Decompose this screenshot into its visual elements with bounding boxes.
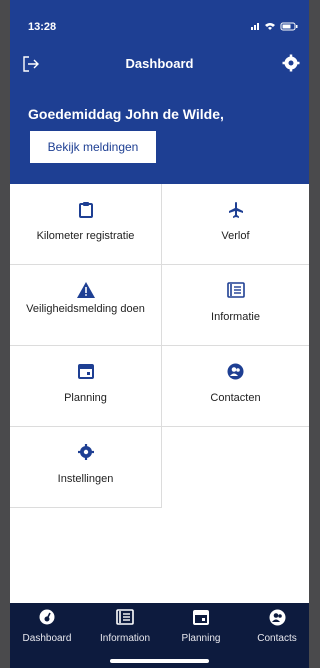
tile-label: Verlof — [221, 230, 250, 242]
status-icons — [251, 21, 301, 34]
tile-verlof[interactable]: Verlof — [162, 184, 309, 265]
clipboard-icon — [78, 202, 93, 218]
tile-informatie[interactable]: Informatie — [162, 265, 309, 346]
document-icon — [116, 609, 134, 625]
tile-label: Kilometer registratie — [36, 230, 135, 242]
tile-label: Veiligheidsmelding doen — [26, 303, 145, 315]
tab-label: Information — [99, 633, 151, 644]
app-screen: 13:28 Dashboard Goedemiddag John de Wild… — [10, 0, 309, 668]
contacts-icon — [227, 363, 244, 380]
tab-label: Contacts — [257, 633, 297, 644]
tile-veiligheidsmelding-doen[interactable]: Veiligheidsmelding doen — [10, 265, 162, 346]
greeting-text: Goedemiddag John de Wilde, — [28, 106, 224, 122]
tile-instellingen[interactable]: Instellingen — [10, 427, 162, 508]
welcome-header: Goedemiddag John de Wilde, Bekijk meldin… — [10, 82, 309, 184]
calendar-icon — [77, 364, 94, 379]
contacts-icon — [269, 609, 285, 626]
view-notifications-button[interactable]: Bekijk meldingen — [30, 131, 156, 163]
nav-bar: Dashboard — [10, 48, 309, 82]
gear-icon[interactable] — [282, 54, 300, 72]
home-indicator — [110, 659, 209, 663]
warning-icon — [76, 282, 95, 298]
tile-planning[interactable]: Planning — [10, 346, 162, 427]
tile-contacten[interactable]: Contacten — [162, 346, 309, 427]
tab-dashboard[interactable]: Dashboard — [10, 609, 84, 644]
tab-contacts[interactable]: Contacts — [240, 609, 309, 644]
page-title: Dashboard — [125, 56, 194, 71]
airplane-icon — [228, 202, 243, 218]
tab-label: Planning — [181, 633, 221, 644]
status-time: 13:28 — [28, 21, 57, 33]
tab-label: Dashboard — [22, 633, 72, 644]
tile-label: Instellingen — [57, 473, 114, 485]
signal-wifi-battery-icon — [251, 22, 298, 31]
gear-icon — [77, 444, 94, 460]
tab-planning[interactable]: Planning — [164, 609, 238, 644]
dashboard-icon — [39, 609, 55, 625]
tile-label: Informatie — [211, 311, 260, 323]
tile-label: Planning — [64, 392, 107, 404]
status-bar: 13:28 — [10, 0, 309, 48]
tab-information[interactable]: Information — [88, 609, 162, 644]
calendar-icon — [193, 610, 209, 625]
document-icon — [226, 282, 245, 298]
tile-label: Contacten — [210, 392, 261, 404]
tile-kilometer-registratie[interactable]: Kilometer registratie — [10, 184, 162, 265]
